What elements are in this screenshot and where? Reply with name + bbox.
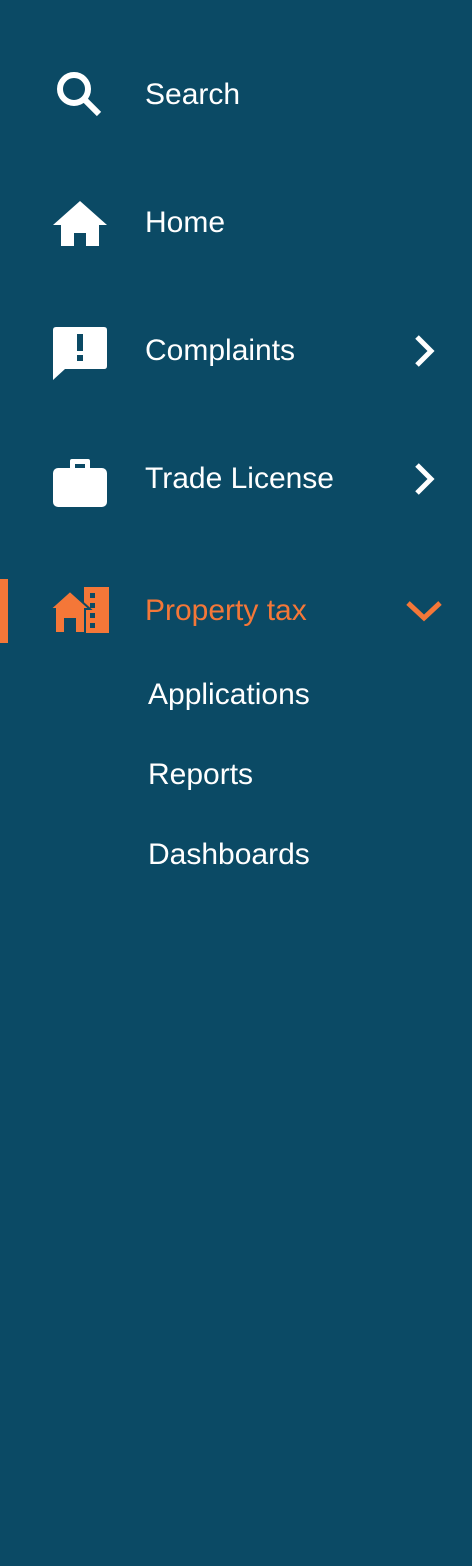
active-indicator	[0, 579, 8, 643]
home-icon	[50, 193, 110, 253]
sidebar-item-trade-license[interactable]: Trade License	[0, 447, 472, 511]
sidebar-item-search[interactable]: Search	[0, 63, 472, 127]
sidebar-item-label: Home	[145, 206, 226, 239]
sidebar-item-home[interactable]: Home	[0, 191, 472, 255]
sidebar-item-label: Search	[145, 78, 241, 111]
briefcase-icon	[50, 449, 110, 509]
chevron-right-icon	[400, 459, 448, 499]
chevron-right-icon	[400, 331, 448, 371]
submenu-item-applications[interactable]: Applications	[148, 677, 310, 713]
search-icon	[50, 65, 110, 125]
sidebar-item-label: Complaints	[145, 334, 296, 367]
sidebar-item-label: Property tax	[145, 594, 307, 627]
chevron-down-icon	[400, 591, 448, 631]
submenu-item-dashboards[interactable]: Dashboards	[148, 837, 310, 873]
sidebar-item-complaints[interactable]: Complaints	[0, 319, 472, 383]
submenu-item-reports[interactable]: Reports	[148, 757, 253, 793]
sidebar-menu: Search Home Complaints Trade License Pro…	[0, 0, 472, 1566]
sidebar-item-label: Trade License	[145, 462, 334, 495]
sidebar-item-property-tax[interactable]: Property tax	[0, 579, 472, 643]
complaint-icon	[50, 321, 110, 381]
property-tax-icon	[50, 581, 110, 641]
